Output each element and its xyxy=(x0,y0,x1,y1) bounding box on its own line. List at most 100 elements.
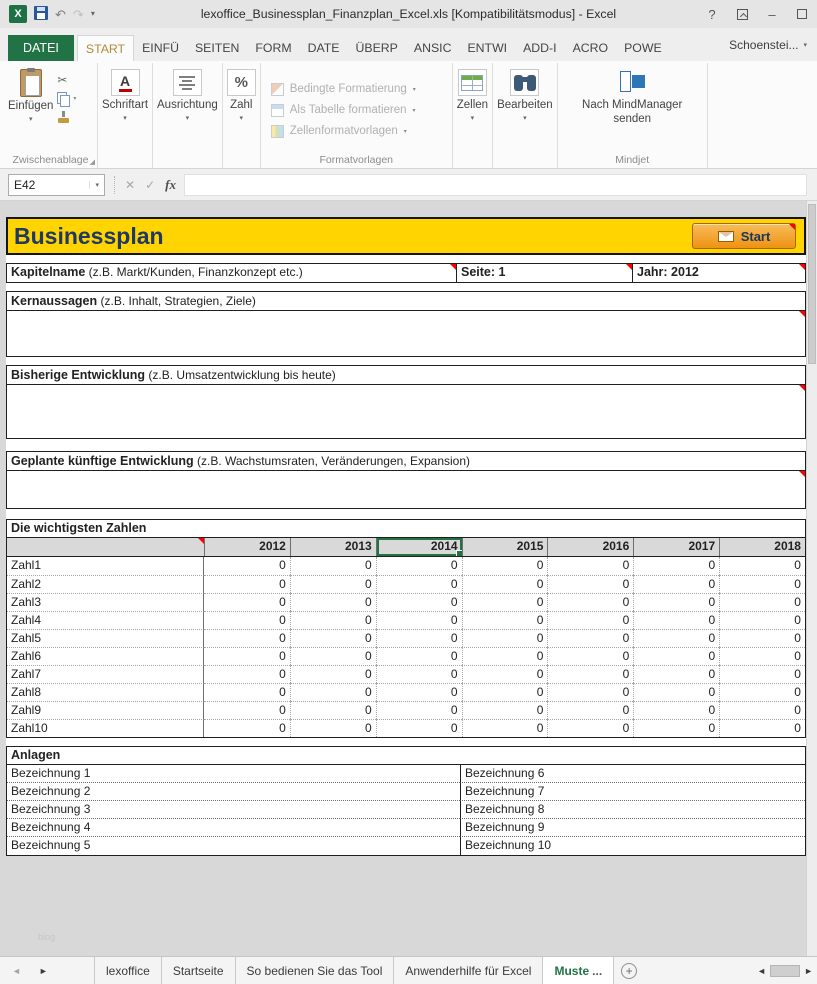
zahlen-value-cell[interactable]: 0 xyxy=(633,629,719,647)
seite-cell[interactable]: Seite: 1 xyxy=(456,264,632,282)
bisherige-entwicklung-header-cell[interactable]: Bisherige Entwicklung (z.B. Umsatzentwic… xyxy=(7,366,805,385)
sheet-tab-startseite[interactable]: Startseite xyxy=(162,957,236,984)
zahlen-value-cell[interactable]: 0 xyxy=(719,719,805,737)
zahlen-value-cell[interactable]: 0 xyxy=(547,593,633,611)
font-menu-button[interactable]: A Schriftart ▾ xyxy=(102,65,148,152)
conditional-formatting-button[interactable]: Bedingte Formatierung ▾ xyxy=(265,79,422,100)
maximize-button[interactable] xyxy=(787,1,817,27)
account-menu[interactable]: Schoenstei... ▾ xyxy=(719,38,817,52)
clipboard-dialog-launcher-icon[interactable]: ◢ xyxy=(90,158,95,166)
zahlen-value-cell[interactable]: 0 xyxy=(719,647,805,665)
undo-button[interactable]: ↶ xyxy=(55,8,66,21)
zahlen-value-cell[interactable]: 0 xyxy=(547,683,633,701)
zahlen-value-cell[interactable]: 0 xyxy=(204,701,290,719)
zahlen-value-cell[interactable]: 0 xyxy=(376,647,462,665)
zahlen-value-cell[interactable]: 0 xyxy=(290,593,376,611)
ribbon-tab-ansic[interactable]: ANSIC xyxy=(406,35,460,61)
zahlen-row-label[interactable]: Zahl2 xyxy=(7,575,204,593)
zahlen-row-label[interactable]: Zahl4 xyxy=(7,611,204,629)
year-header-2016[interactable]: 2016 xyxy=(547,538,633,556)
zahlen-value-cell[interactable]: 0 xyxy=(633,557,719,575)
anlagen-item[interactable]: Bezeichnung 8 xyxy=(460,801,805,819)
ribbon-tab-date[interactable]: DATE xyxy=(300,35,348,61)
anlagen-item[interactable]: Bezeichnung 9 xyxy=(460,819,805,837)
zahlen-value-cell[interactable]: 0 xyxy=(204,611,290,629)
zahlen-value-cell[interactable]: 0 xyxy=(633,701,719,719)
cancel-entry-icon[interactable]: ✕ xyxy=(125,178,135,192)
ribbon-tab-einfü[interactable]: EINFÜ xyxy=(134,35,187,61)
zahlen-value-cell[interactable]: 0 xyxy=(204,665,290,683)
zahlen-value-cell[interactable]: 0 xyxy=(633,611,719,629)
kernaussagen-header-cell[interactable]: Kernaussagen (z.B. Inhalt, Strategien, Z… xyxy=(7,292,805,311)
zahlen-value-cell[interactable]: 0 xyxy=(204,593,290,611)
zahlen-value-cell[interactable]: 0 xyxy=(462,593,548,611)
zahlen-value-cell[interactable]: 0 xyxy=(547,665,633,683)
year-header-2014[interactable]: 2014 xyxy=(376,538,462,556)
sheet-nav-next-icon[interactable]: ► xyxy=(39,966,48,976)
zahlen-row-label[interactable]: Zahl1 xyxy=(7,557,204,575)
zahlen-value-cell[interactable]: 0 xyxy=(290,611,376,629)
zahlen-value-cell[interactable]: 0 xyxy=(719,593,805,611)
horizontal-scrollbar[interactable]: ◄ ► xyxy=(757,957,817,984)
jahr-cell[interactable]: Jahr: 2012 xyxy=(632,264,805,282)
zahlen-row-label[interactable]: Zahl5 xyxy=(7,629,204,647)
number-menu-button[interactable]: % Zahl ▾ xyxy=(227,65,256,152)
worksheet-title-cell[interactable]: Businessplan Start xyxy=(6,217,806,255)
year-header-2015[interactable]: 2015 xyxy=(462,538,548,556)
zahlen-value-cell[interactable]: 0 xyxy=(547,557,633,575)
ribbon-tab-überp[interactable]: ÜBERP xyxy=(348,35,406,61)
zahlen-value-cell[interactable]: 0 xyxy=(462,557,548,575)
zahlen-value-cell[interactable]: 0 xyxy=(376,629,462,647)
send-to-mindmanager-button[interactable]: Nach MindManager senden xyxy=(574,65,690,152)
zahlen-value-cell[interactable]: 0 xyxy=(547,701,633,719)
sheet-tab-muste[interactable]: Muste... xyxy=(543,957,614,984)
year-header-2017[interactable]: 2017 xyxy=(633,538,719,556)
zahlen-value-cell[interactable]: 0 xyxy=(462,665,548,683)
zahlen-value-cell[interactable]: 0 xyxy=(204,719,290,737)
cells-menu-button[interactable]: Zellen ▾ xyxy=(457,65,488,152)
cell-styles-button[interactable]: Zellenformatvorlagen ▾ xyxy=(265,121,413,142)
horizontal-scrollbar-thumb[interactable] xyxy=(770,965,800,977)
zahlen-value-cell[interactable]: 0 xyxy=(633,593,719,611)
zahlen-value-cell[interactable]: 0 xyxy=(547,647,633,665)
alignment-menu-button[interactable]: Ausrichtung ▾ xyxy=(157,65,218,152)
formula-input[interactable] xyxy=(184,174,807,196)
zahlen-value-cell[interactable]: 0 xyxy=(290,701,376,719)
year-header-2013[interactable]: 2013 xyxy=(290,538,376,556)
zahlen-value-cell[interactable]: 0 xyxy=(376,665,462,683)
zahlen-value-cell[interactable]: 0 xyxy=(462,629,548,647)
ribbon-tab-add-i[interactable]: ADD-I xyxy=(515,35,564,61)
zahlen-value-cell[interactable]: 0 xyxy=(376,701,462,719)
zahlen-value-cell[interactable]: 0 xyxy=(290,557,376,575)
zahlen-value-cell[interactable]: 0 xyxy=(719,629,805,647)
ribbon-tab-seiten[interactable]: SEITEN xyxy=(187,35,247,61)
insert-function-icon[interactable]: fx xyxy=(165,177,176,193)
zahlen-value-cell[interactable]: 0 xyxy=(462,647,548,665)
zahlen-value-cell[interactable]: 0 xyxy=(290,629,376,647)
zahlen-row-label[interactable]: Zahl6 xyxy=(7,647,204,665)
sheet-tab-lexoffice[interactable]: lexoffice xyxy=(95,957,162,984)
anlagen-item[interactable]: Bezeichnung 5 xyxy=(7,837,460,855)
name-box-dropdown-icon[interactable]: ▾ xyxy=(89,181,99,189)
zahlen-value-cell[interactable]: 0 xyxy=(719,611,805,629)
zahlen-value-cell[interactable]: 0 xyxy=(633,683,719,701)
geplante-entwicklung-input-area[interactable] xyxy=(7,471,805,508)
anlagen-item[interactable]: Bezeichnung 3 xyxy=(7,801,460,819)
ribbon-tab-start[interactable]: START xyxy=(77,35,134,61)
zahlen-value-cell[interactable]: 0 xyxy=(719,701,805,719)
zahlen-row-label[interactable]: Zahl3 xyxy=(7,593,204,611)
anlagen-item[interactable]: Bezeichnung 1 xyxy=(7,765,460,783)
copy-button[interactable]: ▾ xyxy=(57,89,89,108)
zahlen-value-cell[interactable]: 0 xyxy=(204,557,290,575)
sheet-nav-prev-icon[interactable]: ◄ xyxy=(12,966,21,976)
minimize-button[interactable]: – xyxy=(757,1,787,27)
zahlen-row-label[interactable]: Zahl7 xyxy=(7,665,204,683)
zahlen-value-cell[interactable]: 0 xyxy=(547,629,633,647)
zahlen-value-cell[interactable]: 0 xyxy=(633,575,719,593)
name-box[interactable]: E42 ▾ xyxy=(8,174,105,196)
zahlen-row-label[interactable]: Zahl10 xyxy=(7,719,204,737)
zahlen-value-cell[interactable]: 0 xyxy=(376,593,462,611)
confirm-entry-icon[interactable]: ✓ xyxy=(145,178,155,192)
zahlen-value-cell[interactable]: 0 xyxy=(719,665,805,683)
zahlen-row-label[interactable]: Zahl8 xyxy=(7,683,204,701)
